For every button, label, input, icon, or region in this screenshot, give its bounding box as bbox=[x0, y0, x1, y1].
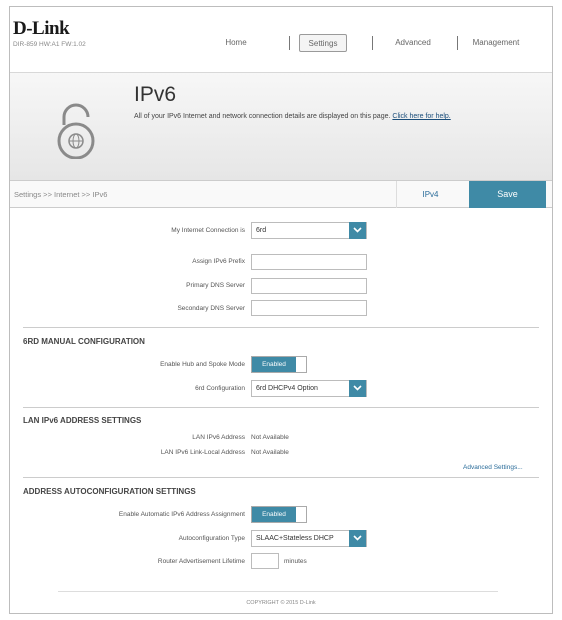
advanced-settings-link[interactable]: Advanced Settings... bbox=[463, 464, 523, 471]
lan-section-title: LAN IPv6 ADDRESS SETTINGS bbox=[23, 416, 142, 425]
autoconf-type-value: SLAAC+Stateless DHCP bbox=[256, 535, 334, 542]
page-banner: IPv6 All of your IPv6 Internet and netwo… bbox=[10, 72, 552, 180]
autoconf-type-select[interactable]: SLAAC+Stateless DHCP bbox=[251, 530, 367, 547]
section-divider bbox=[23, 327, 539, 328]
connection-type-label: My Internet Connection is bbox=[171, 227, 245, 234]
primary-dns-label: Primary DNS Server bbox=[186, 282, 245, 289]
ra-lifetime-label: Router Advertisement Lifetime bbox=[157, 558, 245, 565]
section-divider bbox=[23, 477, 539, 478]
sixrd-config-select[interactable]: 6rd DHCPv4 Option bbox=[251, 380, 367, 397]
description-text: All of your IPv6 Internet and network co… bbox=[134, 113, 391, 120]
nav-divider bbox=[457, 36, 458, 50]
sixrd-config-value: 6rd DHCPv4 Option bbox=[256, 385, 318, 392]
primary-dns-input[interactable] bbox=[251, 278, 367, 294]
lan-address-label: LAN IPv6 Address bbox=[192, 434, 245, 441]
chevron-down-icon bbox=[349, 380, 366, 397]
sixrd-config-label: 6rd Configuration bbox=[195, 385, 245, 392]
connection-type-select[interactable]: 6rd bbox=[251, 222, 367, 239]
page-description: All of your IPv6 Internet and network co… bbox=[134, 113, 451, 120]
connection-type-value: 6rd bbox=[256, 227, 267, 234]
auto-assign-state: Enabled bbox=[252, 507, 296, 522]
page-title: IPv6 bbox=[134, 83, 177, 106]
secondary-dns-label: Secondary DNS Server bbox=[177, 305, 245, 312]
logo-text: D-Link bbox=[13, 18, 70, 39]
chevron-down-icon bbox=[349, 222, 366, 239]
nav-divider bbox=[372, 36, 373, 50]
ipv6-prefix-input[interactable] bbox=[251, 254, 367, 270]
ra-lifetime-unit: minutes bbox=[284, 558, 307, 565]
device-info: DIR-859 HW:A1 FW:1.02 bbox=[13, 41, 86, 48]
sixrd-section-title: 6RD MANUAL CONFIGURATION bbox=[23, 337, 145, 346]
chevron-down-icon bbox=[349, 530, 366, 547]
autoconf-section-title: ADDRESS AUTOCONFIGURATION SETTINGS bbox=[23, 487, 196, 496]
autoconf-type-label: Autoconfiguration Type bbox=[178, 535, 245, 542]
breadcrumb: Settings >> Internet >> IPv6 bbox=[14, 190, 108, 199]
sub-toolbar: Settings >> Internet >> IPv6 IPv4 Save bbox=[10, 180, 552, 208]
hub-spoke-state: Enabled bbox=[252, 357, 296, 372]
nav-advanced[interactable]: Advanced bbox=[387, 34, 439, 52]
auto-assign-label: Enable Automatic IPv6 Address Assignment bbox=[118, 511, 245, 518]
nav-management[interactable]: Management bbox=[463, 34, 529, 52]
auto-assign-toggle[interactable]: Enabled bbox=[251, 506, 307, 523]
copyright-text: COPYRIGHT © 2015 D-Link bbox=[246, 600, 316, 606]
section-divider bbox=[23, 407, 539, 408]
ipv6-lock-globe-icon bbox=[57, 103, 95, 159]
ipv4-link[interactable]: IPv4 bbox=[396, 181, 464, 208]
lan-address-value: Not Available bbox=[251, 434, 289, 441]
lan-link-local-label: LAN IPv6 Link-Local Address bbox=[160, 449, 245, 456]
save-button[interactable]: Save bbox=[469, 181, 546, 208]
hub-spoke-label: Enable Hub and Spoke Mode bbox=[160, 361, 245, 368]
lan-link-local-value: Not Available bbox=[251, 449, 289, 456]
footer-divider bbox=[58, 591, 498, 592]
secondary-dns-input[interactable] bbox=[251, 300, 367, 316]
ra-lifetime-input[interactable] bbox=[251, 553, 279, 569]
hub-spoke-toggle[interactable]: Enabled bbox=[251, 356, 307, 373]
nav-settings[interactable]: Settings bbox=[299, 34, 347, 52]
nav-home[interactable]: Home bbox=[216, 34, 256, 52]
help-link[interactable]: Click here for help. bbox=[392, 113, 450, 120]
ipv6-prefix-label: Assign IPv6 Prefix bbox=[192, 258, 245, 265]
dlink-logo: D-Link DIR-859 HW:A1 FW:1.02 bbox=[13, 18, 86, 48]
nav-divider bbox=[289, 36, 290, 50]
